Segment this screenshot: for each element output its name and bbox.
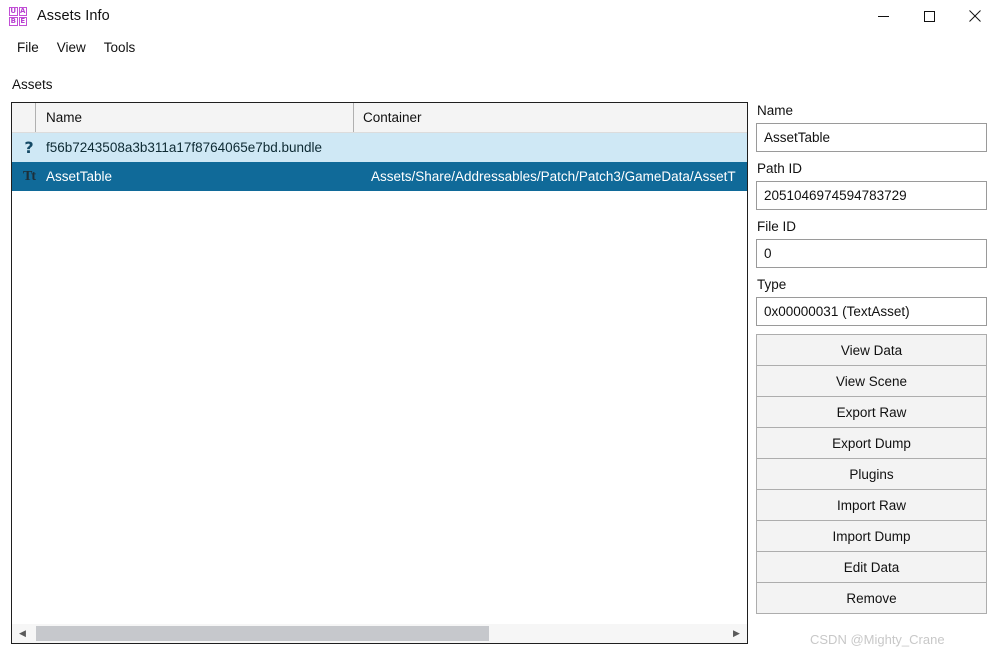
uabe-icon-letter-u: U <box>9 7 18 16</box>
column-header-icon[interactable] <box>12 103 36 132</box>
edit-data-button[interactable]: Edit Data <box>756 551 987 583</box>
assets-list-panel: Name Container ? f56b7243508a3b311a17f87… <box>11 102 748 644</box>
asset-details-panel: Name AssetTable Path ID 2051046974594783… <box>756 102 987 614</box>
path-id-field[interactable]: 2051046974594783729 <box>756 181 987 210</box>
import-dump-button[interactable]: Import Dump <box>756 520 987 552</box>
assets-section-label: Assets <box>12 77 53 92</box>
type-field[interactable]: 0x00000031 (TextAsset) <box>756 297 987 326</box>
scroll-left-icon[interactable]: ◀ <box>12 624 33 643</box>
title-bar: U A B E Assets Info <box>0 0 998 32</box>
uabe-icon-letter-b: B <box>9 17 18 26</box>
import-raw-button[interactable]: Import Raw <box>756 489 987 521</box>
column-header-container[interactable]: Container <box>354 103 747 132</box>
remove-button[interactable]: Remove <box>756 582 987 614</box>
table-row[interactable]: Tt AssetTable Assets/Share/Addressables/… <box>12 162 747 191</box>
assets-list-body: ? f56b7243508a3b311a17f8764065e7bd.bundl… <box>12 133 747 624</box>
view-scene-button[interactable]: View Scene <box>756 365 987 397</box>
scrollbar-thumb[interactable] <box>36 626 489 641</box>
plugins-button[interactable]: Plugins <box>756 458 987 490</box>
maximize-icon <box>923 10 935 22</box>
close-icon <box>969 10 981 22</box>
table-row[interactable]: ? f56b7243508a3b311a17f8764065e7bd.bundl… <box>12 133 747 162</box>
text-asset-icon: Tt <box>23 168 36 184</box>
window-controls <box>860 0 998 32</box>
name-field[interactable]: AssetTable <box>756 123 987 152</box>
file-id-field-label: File ID <box>757 219 797 234</box>
name-field-label: Name <box>757 103 794 118</box>
type-field-label: Type <box>757 277 787 292</box>
export-raw-button[interactable]: Export Raw <box>756 396 987 428</box>
menu-item-file[interactable]: File <box>8 37 48 58</box>
table-cell-name: f56b7243508a3b311a17f8764065e7bd.bundle <box>46 140 323 155</box>
minimize-button[interactable] <box>860 0 906 32</box>
table-cell-name: AssetTable <box>46 169 113 184</box>
uabe-icon-letter-e: E <box>18 17 27 26</box>
minimize-icon <box>877 15 889 17</box>
column-header-name[interactable]: Name <box>36 103 354 132</box>
view-data-button[interactable]: View Data <box>756 334 987 366</box>
uabe-icon: U A B E <box>9 7 27 26</box>
horizontal-scrollbar[interactable]: ◀ ▶ <box>12 623 747 643</box>
menu-item-tools[interactable]: Tools <box>95 37 145 58</box>
maximize-button[interactable] <box>906 0 952 32</box>
menu-bar: File View Tools <box>0 34 998 60</box>
table-cell-container: Assets/Share/Addressables/Patch/Patch3/G… <box>371 169 736 184</box>
close-button[interactable] <box>952 0 998 32</box>
scrollbar-track[interactable] <box>33 624 726 643</box>
watermark: CSDN @Mighty_Crane <box>810 632 945 647</box>
uabe-icon-letter-a: A <box>18 7 27 16</box>
window-title: Assets Info <box>37 8 110 24</box>
unknown-asset-icon: ? <box>24 138 34 157</box>
scroll-right-icon[interactable]: ▶ <box>726 624 747 643</box>
assets-list-header: Name Container <box>12 103 747 133</box>
menu-item-view[interactable]: View <box>48 37 95 58</box>
asset-action-buttons: View Data View Scene Export Raw Export D… <box>756 334 987 614</box>
export-dump-button[interactable]: Export Dump <box>756 427 987 459</box>
path-id-field-label: Path ID <box>757 161 803 176</box>
file-id-field[interactable]: 0 <box>756 239 987 268</box>
